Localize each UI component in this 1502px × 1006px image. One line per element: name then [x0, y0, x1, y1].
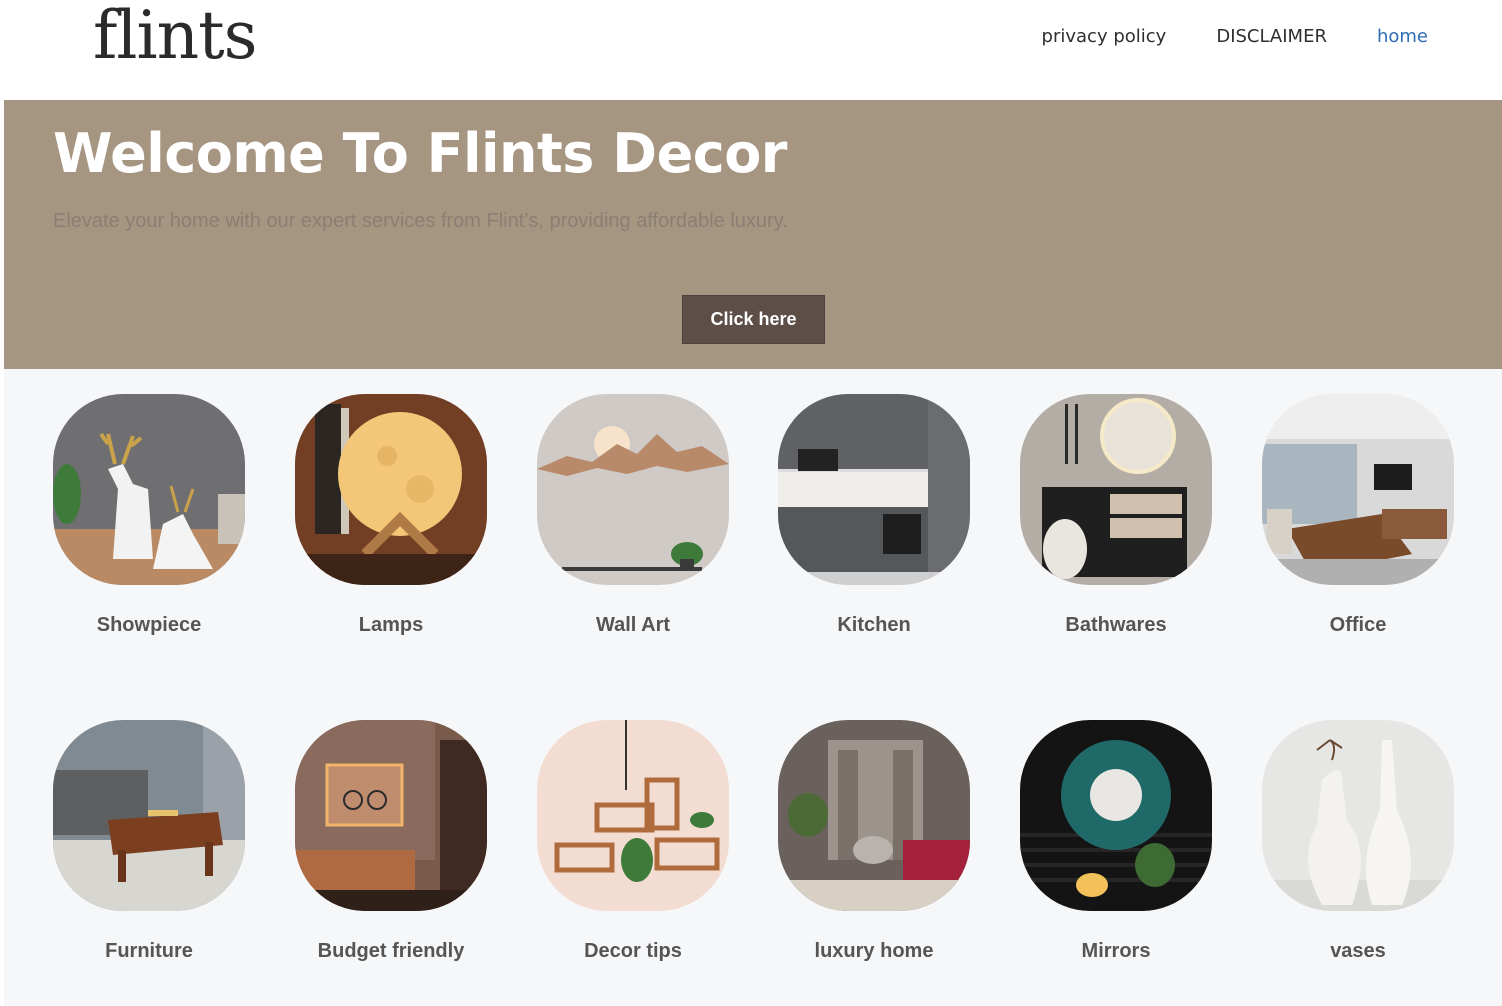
category-vases[interactable]: vases	[1262, 720, 1454, 962]
bathroom-vanity-image[interactable]	[1020, 394, 1212, 585]
category-label: Office	[1329, 614, 1387, 636]
category-label: Furniture	[105, 940, 193, 962]
wall-shelves-image[interactable]	[537, 720, 729, 911]
category-label: Bathwares	[1065, 614, 1167, 636]
category-label: Kitchen	[837, 614, 911, 636]
mountain-wall-art-image[interactable]	[537, 394, 729, 585]
category-label: Decor tips	[584, 940, 682, 962]
office-room-image[interactable]	[1262, 394, 1454, 585]
category-furniture[interactable]: Furniture	[53, 720, 245, 962]
white-vases-image[interactable]	[1262, 720, 1454, 911]
hero-banner: Welcome To Flints Decor Elevate your hom…	[4, 100, 1502, 369]
category-label: Lamps	[358, 614, 424, 636]
main-nav: privacy policy DISCLAIMER home	[1042, 26, 1428, 47]
category-kitchen[interactable]: Kitchen	[778, 394, 970, 636]
nav-privacy-policy[interactable]: privacy policy	[1042, 26, 1167, 47]
category-office[interactable]: Office	[1262, 394, 1454, 636]
kitchen-image[interactable]	[778, 394, 970, 585]
category-decor-tips[interactable]: Decor tips	[537, 720, 729, 962]
nav-home[interactable]: home	[1377, 26, 1428, 47]
category-showpiece[interactable]: Showpiece	[53, 394, 245, 636]
category-wall-art[interactable]: Wall Art	[537, 394, 729, 636]
category-grid: Showpiece Lamps Wall Art Kitchen Bathwar…	[4, 369, 1502, 1006]
hero-title: Welcome To Flints Decor	[53, 122, 787, 185]
category-luxury-home[interactable]: luxury home	[778, 720, 970, 962]
click-here-button[interactable]: Click here	[682, 295, 825, 344]
category-label: Budget friendly	[317, 940, 465, 962]
site-header: flints privacy policy DISCLAIMER home	[0, 0, 1502, 100]
round-mirror-image[interactable]	[1020, 720, 1212, 911]
luxury-lounge-image[interactable]	[778, 720, 970, 911]
category-label: Showpiece	[96, 614, 202, 636]
category-label: Wall Art	[595, 614, 671, 636]
nav-disclaimer[interactable]: DISCLAIMER	[1216, 26, 1327, 47]
living-room-image[interactable]	[295, 720, 487, 911]
category-label: Mirrors	[1081, 940, 1151, 962]
category-label: vases	[1330, 940, 1386, 962]
deer-figurine-image[interactable]	[53, 394, 245, 585]
category-budget-friendly[interactable]: Budget friendly	[295, 720, 487, 962]
category-label: luxury home	[814, 940, 934, 962]
hero-subtitle: Elevate your home with our expert servic…	[53, 210, 788, 232]
category-lamps[interactable]: Lamps	[295, 394, 487, 636]
category-mirrors[interactable]: Mirrors	[1020, 720, 1212, 962]
coffee-table-image[interactable]	[53, 720, 245, 911]
site-logo[interactable]: flints	[93, 0, 258, 78]
moon-lamp-image[interactable]	[295, 394, 487, 585]
category-bathwares[interactable]: Bathwares	[1020, 394, 1212, 636]
